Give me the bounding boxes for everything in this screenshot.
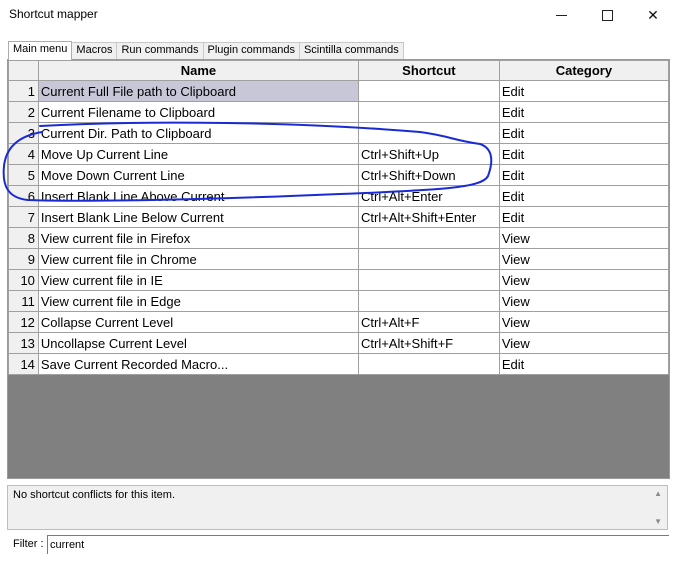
- close-button[interactable]: ✕: [630, 0, 676, 30]
- command-name-cell[interactable]: Collapse Current Level: [37, 311, 359, 333]
- table-row[interactable]: 11 View current file in Edge View: [8, 290, 670, 312]
- shortcut-cell[interactable]: [357, 122, 500, 144]
- row-number[interactable]: 3: [8, 122, 39, 144]
- category-cell[interactable]: View: [498, 311, 670, 333]
- category-cell[interactable]: Edit: [498, 143, 670, 165]
- table-row[interactable]: 3 Current Dir. Path to Clipboard Edit: [8, 122, 670, 144]
- window-title: Shortcut mapper: [9, 7, 98, 21]
- command-name-cell[interactable]: View current file in Edge: [37, 290, 359, 312]
- command-name-cell[interactable]: Insert Blank Line Below Current: [37, 206, 359, 228]
- command-name-cell[interactable]: Uncollapse Current Level: [37, 332, 359, 354]
- conflict-info-box: No shortcut conflicts for this item. ▲ ▼: [7, 485, 668, 530]
- category-cell[interactable]: Edit: [498, 185, 670, 207]
- category-cell[interactable]: Edit: [498, 206, 670, 228]
- header-shortcut[interactable]: Shortcut: [357, 60, 500, 81]
- category-cell[interactable]: Edit: [498, 122, 670, 144]
- category-cell[interactable]: View: [498, 332, 670, 354]
- shortcut-table: Name Shortcut Category 1 Current Full Fil…: [8, 60, 670, 375]
- row-number[interactable]: 11: [8, 290, 39, 312]
- shortcut-cell[interactable]: Ctrl+Alt+Enter: [357, 185, 500, 207]
- shortcut-cell[interactable]: [357, 248, 500, 270]
- tab-run-commands[interactable]: Run commands: [116, 42, 204, 59]
- shortcut-cell[interactable]: [357, 353, 500, 375]
- shortcut-cell[interactable]: Ctrl+Alt+Shift+Enter: [357, 206, 500, 228]
- table-row[interactable]: 7 Insert Blank Line Below Current Ctrl+Alt…: [8, 206, 670, 228]
- row-number[interactable]: 2: [8, 101, 39, 123]
- table-row[interactable]: 12 Collapse Current Level Ctrl+Alt+F View: [8, 311, 670, 333]
- filter-label: Filter :: [13, 538, 44, 550]
- shortcut-cell[interactable]: [357, 101, 500, 123]
- shortcut-cell[interactable]: [357, 80, 500, 102]
- row-number[interactable]: 10: [8, 269, 39, 291]
- header-row-number: [8, 60, 39, 81]
- category-cell[interactable]: Edit: [498, 80, 670, 102]
- row-number[interactable]: 8: [8, 227, 39, 249]
- command-name-cell[interactable]: Save Current Recorded Macro...: [37, 353, 359, 375]
- tab-main-menu[interactable]: Main menu: [8, 41, 73, 60]
- command-name-cell[interactable]: Current Full File path to Clipboard: [37, 80, 359, 102]
- shortcut-cell[interactable]: Ctrl+Shift+Down: [357, 164, 500, 186]
- shortcut-cell[interactable]: [357, 290, 500, 312]
- conflict-text: No shortcut conflicts for this item.: [13, 489, 175, 501]
- table-row[interactable]: 2 Current Filename to Clipboard Edit: [8, 101, 670, 123]
- row-number[interactable]: 1: [8, 80, 39, 102]
- row-number[interactable]: 4: [8, 143, 39, 165]
- table-row[interactable]: 4 Move Up Current Line Ctrl+Shift+Up Edit: [8, 143, 670, 165]
- header-category[interactable]: Category: [498, 60, 670, 81]
- row-number[interactable]: 7: [8, 206, 39, 228]
- shortcut-cell[interactable]: [357, 227, 500, 249]
- command-name-cell[interactable]: Move Up Current Line: [37, 143, 359, 165]
- command-name-cell[interactable]: Insert Blank Line Above Current: [37, 185, 359, 207]
- title-bar: Shortcut mapper ✕: [0, 0, 681, 32]
- category-cell[interactable]: Edit: [498, 101, 670, 123]
- row-number[interactable]: 13: [8, 332, 39, 354]
- shortcut-grid: Name Shortcut Category 1 Current Full Fil…: [7, 59, 670, 479]
- minimize-icon: [555, 14, 567, 16]
- shortcut-cell[interactable]: [357, 269, 500, 291]
- shortcut-cell[interactable]: Ctrl+Shift+Up: [357, 143, 500, 165]
- scroll-up-arrow-icon[interactable]: ▲: [654, 489, 662, 498]
- table-row[interactable]: 10 View current file in IE View: [8, 269, 670, 291]
- command-name-cell[interactable]: Move Down Current Line: [37, 164, 359, 186]
- maximize-icon: [601, 9, 613, 21]
- tab-scintilla-commands[interactable]: Scintilla commands: [298, 42, 404, 59]
- category-cell[interactable]: View: [498, 290, 670, 312]
- command-name-cell[interactable]: Current Filename to Clipboard: [37, 101, 359, 123]
- header-name[interactable]: Name: [37, 60, 359, 81]
- maximize-button[interactable]: [584, 0, 630, 30]
- row-number[interactable]: 6: [8, 185, 39, 207]
- command-name-cell[interactable]: View current file in Firefox: [37, 227, 359, 249]
- category-cell[interactable]: Edit: [498, 164, 670, 186]
- table-row[interactable]: 1 Current Full File path to Clipboard Edit: [8, 80, 670, 102]
- row-number[interactable]: 14: [8, 353, 39, 375]
- table-row[interactable]: 13 Uncollapse Current Level Ctrl+Alt+Shift…: [8, 332, 670, 354]
- category-cell[interactable]: View: [498, 269, 670, 291]
- shortcut-cell[interactable]: Ctrl+Alt+F: [357, 311, 500, 333]
- command-name-cell[interactable]: View current file in IE: [37, 269, 359, 291]
- table-row[interactable]: 6 Insert Blank Line Above Current Ctrl+Alt…: [8, 185, 670, 207]
- category-cell[interactable]: View: [498, 248, 670, 270]
- row-number[interactable]: 9: [8, 248, 39, 270]
- shortcut-cell[interactable]: Ctrl+Alt+Shift+F: [357, 332, 500, 354]
- table-row[interactable]: 5 Move Down Current Line Ctrl+Shift+Down Ed…: [8, 164, 670, 186]
- table-row[interactable]: 9 View current file in Chrome View: [8, 248, 670, 270]
- scroll-down-arrow-icon[interactable]: ▼: [654, 517, 662, 526]
- header-row: Name Shortcut Category: [8, 60, 670, 81]
- row-number[interactable]: 12: [8, 311, 39, 333]
- category-cell[interactable]: Edit: [498, 353, 670, 375]
- category-cell[interactable]: View: [498, 227, 670, 249]
- table-row[interactable]: 8 View current file in Firefox View: [8, 227, 670, 249]
- tab-plugin-commands[interactable]: Plugin commands: [202, 42, 300, 59]
- table-row[interactable]: 14 Save Current Recorded Macro... Edit: [8, 353, 670, 375]
- minimize-button[interactable]: [538, 0, 584, 30]
- command-name-cell[interactable]: View current file in Chrome: [37, 248, 359, 270]
- close-icon: ✕: [647, 6, 659, 23]
- tab-strip: Main menu Macros Run commands Plugin com…: [8, 40, 404, 60]
- filter-input[interactable]: [47, 535, 669, 554]
- row-number[interactable]: 5: [8, 164, 39, 186]
- command-name-cell[interactable]: Current Dir. Path to Clipboard: [37, 122, 359, 144]
- tab-macros[interactable]: Macros: [71, 42, 118, 59]
